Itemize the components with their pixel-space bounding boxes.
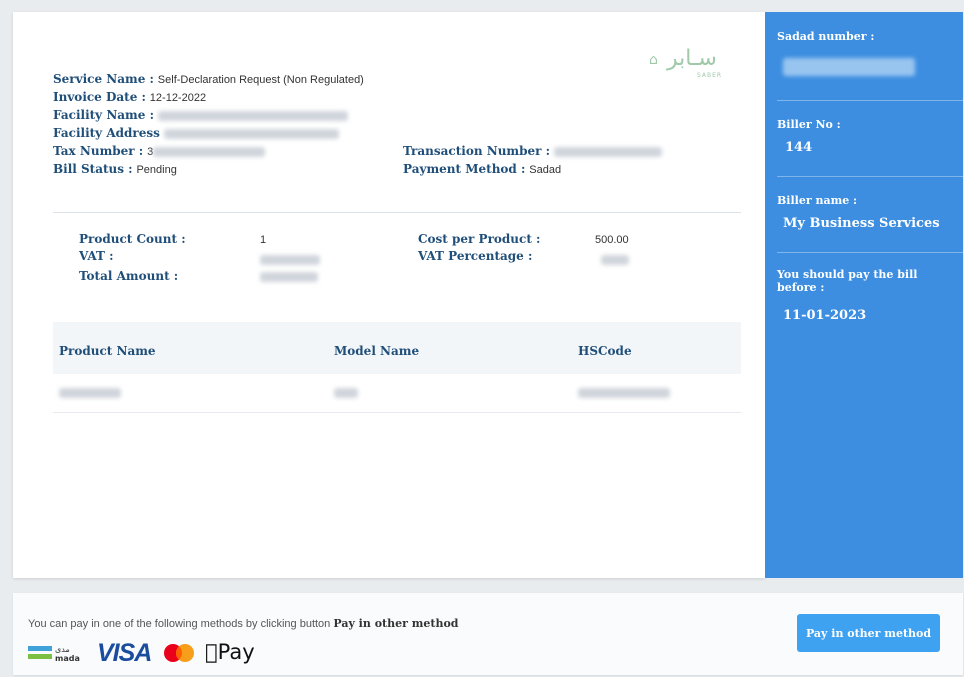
sadad-number-redacted (783, 58, 915, 76)
hscode-redacted (578, 388, 670, 398)
total-amount-redacted (260, 269, 318, 284)
table-row (53, 374, 741, 413)
mada-arabic: مدى (55, 645, 70, 654)
saber-logo: ⌂ سـابر SABER (641, 46, 741, 86)
table-header: Product Name Model Name HSCode (53, 322, 741, 374)
payment-methods-text: You can pay in one of the following meth… (28, 617, 459, 630)
saber-logo-icon: ⌂ (649, 52, 658, 68)
bill-status-value: Pending (136, 164, 177, 176)
pay-before-label: You should pay the bill before : (777, 268, 918, 294)
vat-percentage-label: VAT Percentage : (418, 249, 533, 263)
invoice-date-row: Invoice Date : 12-12-2022 (53, 90, 207, 104)
biller-name-value: My Business Services (783, 216, 940, 231)
header-model-name: Model Name (334, 344, 420, 358)
sidebar-divider (777, 176, 963, 177)
products-table: Product Name Model Name HSCode (53, 322, 741, 413)
tax-number-row: Tax Number : 3 (53, 144, 266, 160)
facility-address-row: Facility Address (53, 126, 339, 141)
tax-number-redacted (153, 146, 266, 157)
product-name-redacted (59, 388, 121, 398)
divider (53, 212, 741, 213)
service-name-value: Self-Declaration Request (Non Regulated) (157, 74, 364, 86)
bill-status-row: Bill Status : Pending (53, 162, 177, 176)
total-amount-label: Total Amount : (79, 269, 179, 283)
vat-label: VAT : (79, 249, 114, 263)
product-count-value: 1 (260, 234, 267, 246)
bill-sidebar: Sadad number : Biller No : 144 Biller na… (765, 12, 963, 578)
saber-logo-arabic: سـابر (667, 46, 717, 71)
header-product-name: Product Name (59, 344, 156, 358)
transaction-number-row: Transaction Number : (403, 144, 662, 159)
sidebar-divider (777, 252, 963, 253)
sidebar-divider (777, 100, 963, 101)
payment-method-row: Payment Method : Sadad (403, 162, 562, 176)
pay-in-other-method-button[interactable]: Pay in other method (797, 614, 940, 652)
biller-name-label: Biller name : (777, 194, 858, 207)
apple-pay-icon: Pay (205, 640, 255, 664)
transaction-number-redacted (553, 146, 662, 157)
vat-percentage-redacted (601, 252, 629, 267)
visa-icon: VISA (97, 639, 152, 667)
facility-address-redacted (163, 128, 339, 139)
payment-footer: You can pay in one of the following meth… (13, 593, 963, 675)
apple-pay-label: Pay (205, 640, 255, 664)
mada-icon: مدى mada (28, 645, 80, 663)
vat-value-redacted (260, 252, 320, 267)
invoice-card: ⌂ سـابر SABER Service Name : Self-Declar… (13, 12, 765, 578)
cost-per-product-label: Cost per Product : (418, 232, 541, 246)
saber-logo-sub: SABER (697, 72, 723, 79)
biller-no-label: Biller No : (777, 118, 841, 131)
biller-no-value: 144 (785, 140, 813, 155)
model-name-redacted (334, 388, 358, 398)
payment-method-value: Sadad (529, 164, 562, 176)
payment-methods-text-bold: Pay in other method (333, 617, 459, 630)
service-name-row: Service Name : Self-Declaration Request … (53, 72, 364, 86)
sadad-number-label: Sadad number : (777, 30, 875, 43)
facility-name-row: Facility Name : (53, 108, 348, 123)
product-count-label: Product Count : (79, 232, 186, 246)
pay-before-value: 11-01-2023 (783, 308, 867, 323)
facility-name-redacted (157, 110, 348, 121)
mada-latin: mada (55, 654, 80, 663)
cost-per-product-value: 500.00 (595, 234, 629, 246)
invoice-date-value: 12-12-2022 (149, 92, 207, 104)
header-hscode: HSCode (578, 344, 632, 358)
mastercard-icon (164, 644, 194, 662)
